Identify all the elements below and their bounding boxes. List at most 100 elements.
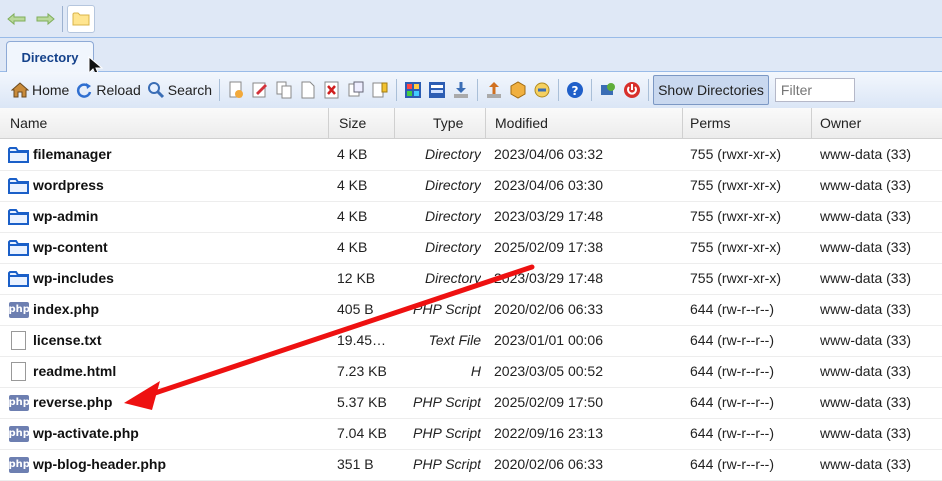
- svg-text:?: ?: [572, 84, 579, 98]
- file-name-label: wp-content: [33, 239, 108, 255]
- folder-icon: [72, 12, 90, 26]
- new-file-icon: [229, 81, 244, 98]
- file-type-cell: PHP Script: [413, 456, 481, 472]
- table-row[interactable]: filemanager 4 KB Directory 2023/04/06 03:32…: [0, 139, 942, 171]
- table-row[interactable]: wp-admin 4 KB Directory 2023/03/29 17:48 755…: [0, 201, 942, 233]
- table-row[interactable]: wp-includes 12 KB Directory 2023/03/29 17:4…: [0, 263, 942, 295]
- php-icon: php: [8, 423, 30, 444]
- file-name-cell[interactable]: wordpress: [8, 170, 328, 201]
- tab-directory[interactable]: Directory: [6, 41, 94, 72]
- file-size-cell: 5.37 KB: [337, 394, 387, 410]
- file-name-cell[interactable]: wp-admin: [8, 201, 328, 232]
- file-name-cell[interactable]: php index.php: [8, 294, 328, 325]
- toolbar-divider: [477, 79, 479, 101]
- column-header-size[interactable]: Size: [329, 108, 395, 138]
- table-row[interactable]: php wp-activate.php 7.04 KB PHP Script 2022/…: [0, 418, 942, 450]
- new-file-button[interactable]: [224, 76, 248, 104]
- owner-cell: www-data (33): [820, 270, 912, 286]
- file-name-cell[interactable]: filemanager: [8, 139, 328, 170]
- owner-cell: www-data (33): [820, 177, 912, 193]
- table-row[interactable]: readme.html 7.23 KB H 2023/03/05 00:52 644 (…: [0, 356, 942, 388]
- package-icon: [510, 81, 526, 99]
- owner-cell: www-data (33): [820, 394, 912, 410]
- modified-date-cell: 2020/02/06 06:33: [494, 456, 603, 472]
- logout-button[interactable]: [620, 76, 644, 104]
- table-row[interactable]: wp-content 4 KB Directory 2025/02/09 17:38 7…: [0, 232, 942, 264]
- file-name-label: wp-includes: [33, 270, 114, 286]
- file-name-label: wordpress: [33, 177, 104, 193]
- toolbar-divider: [62, 5, 63, 32]
- file-type-cell: Directory: [424, 239, 481, 255]
- file-size-cell: 7.23 KB: [337, 363, 387, 379]
- file-size-cell: 4 KB: [337, 146, 368, 162]
- file-name-cell[interactable]: readme.html: [8, 356, 328, 387]
- folder-icon: [8, 268, 29, 289]
- column-header-modified[interactable]: Modified: [486, 108, 683, 138]
- php-icon: php: [8, 299, 30, 320]
- delete-button[interactable]: [320, 76, 344, 104]
- extract-button[interactable]: [530, 76, 554, 104]
- file-name-label: license.txt: [33, 332, 102, 348]
- permissions-cell: 755 (rwxr-xr-x): [690, 146, 781, 162]
- modified-date-cell: 2023/04/06 03:32: [494, 146, 603, 162]
- folder-icon: [8, 237, 29, 258]
- settings-icon: [601, 83, 616, 95]
- column-header-perms[interactable]: Perms: [683, 108, 812, 138]
- reload-button[interactable]: Reload: [72, 76, 143, 104]
- show-directories-toggle[interactable]: Show Directories: [653, 75, 769, 105]
- folder-tree-button[interactable]: [67, 4, 95, 33]
- copy-button[interactable]: [272, 76, 296, 104]
- file-name-cell[interactable]: php reverse.php: [8, 387, 328, 418]
- permissions-button[interactable]: [368, 76, 392, 104]
- file-name-cell[interactable]: wp-includes: [8, 263, 328, 294]
- file-name-cell[interactable]: wp-content: [8, 232, 328, 263]
- column-header-type[interactable]: Type: [395, 108, 486, 138]
- table-row[interactable]: license.txt 19.45… Text File 2023/01/01 00:…: [0, 325, 942, 357]
- modified-date-cell: 2023/04/06 03:30: [494, 177, 603, 193]
- modified-date-cell: 2022/09/16 23:13: [494, 425, 603, 441]
- home-button[interactable]: Home: [8, 76, 72, 104]
- icon-view-button[interactable]: [401, 76, 425, 104]
- archive-button[interactable]: [506, 76, 530, 104]
- copy-icon: [276, 81, 292, 99]
- permissions-cell: 644 (rw-r--r--): [690, 456, 774, 472]
- owner-cell: www-data (33): [820, 239, 912, 255]
- search-icon: [147, 82, 164, 99]
- grid-view-icon: [405, 82, 422, 98]
- upload-button[interactable]: [482, 76, 506, 104]
- table-row[interactable]: php index.php 405 B PHP Script 2020/02/06 06…: [0, 294, 942, 326]
- file-grid-header: Name Size Type Modified Perms Owner: [0, 108, 942, 139]
- list-view-button[interactable]: [425, 76, 449, 104]
- key-icon: [372, 82, 388, 98]
- file-name-cell[interactable]: php wp-activate.php: [8, 418, 328, 449]
- download-button[interactable]: [449, 76, 473, 104]
- rename-button[interactable]: [344, 76, 368, 104]
- forward-arrow-icon[interactable]: [34, 8, 56, 30]
- permissions-cell: 755 (rwxr-xr-x): [690, 270, 781, 286]
- filter-input[interactable]: [774, 78, 855, 102]
- search-button[interactable]: Search: [144, 76, 215, 104]
- blank-file-button[interactable]: [296, 76, 320, 104]
- blank-file-icon: [301, 81, 315, 99]
- file-name-cell[interactable]: php wp-blog-header.php: [8, 449, 328, 480]
- file-size-cell: 405 B: [337, 301, 374, 317]
- table-row[interactable]: php reverse.php 5.37 KB PHP Script 2025/02/0…: [0, 387, 942, 419]
- file-name-cell[interactable]: license.txt: [8, 325, 328, 356]
- help-button[interactable]: ?: [563, 76, 587, 104]
- file-name-label: wp-admin: [33, 208, 99, 224]
- table-row[interactable]: wordpress 4 KB Directory 2023/04/06 03:30 75…: [0, 170, 942, 202]
- file-type-cell: PHP Script: [413, 394, 481, 410]
- file-type-cell: Directory: [424, 208, 481, 224]
- column-header-owner[interactable]: Owner: [812, 108, 942, 138]
- back-arrow-icon[interactable]: [6, 8, 28, 30]
- table-row[interactable]: php wp-blog-header.php 351 B PHP Script 2020…: [0, 449, 942, 481]
- column-header-name[interactable]: Name: [0, 108, 329, 138]
- modified-date-cell: 2025/02/09 17:50: [494, 394, 603, 410]
- file-size-cell: 19.45…: [337, 332, 387, 348]
- settings-button[interactable]: [596, 76, 620, 104]
- owner-cell: www-data (33): [820, 146, 912, 162]
- edit-file-button[interactable]: [248, 76, 272, 104]
- owner-cell: www-data (33): [820, 363, 912, 379]
- html-file-icon: [8, 361, 29, 382]
- php-badge: php: [8, 425, 30, 442]
